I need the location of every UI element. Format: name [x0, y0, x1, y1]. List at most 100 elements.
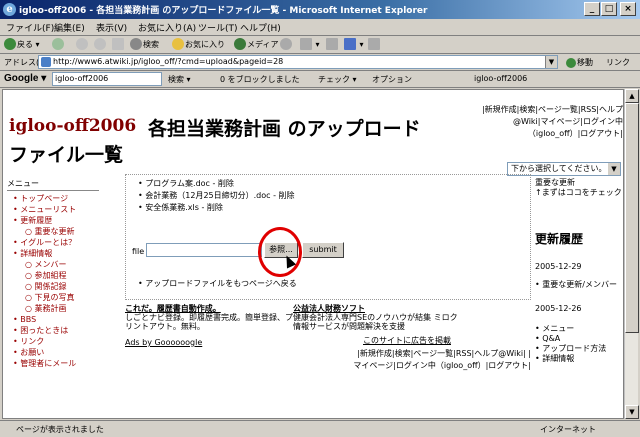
google-logo[interactable]: Google ▾: [4, 73, 46, 84]
address-input[interactable]: http://www6.atwiki.jp/igloo_off/?cmd=upl…: [38, 55, 558, 69]
favorites-button[interactable]: お気に入り: [172, 38, 225, 50]
menu-help[interactable]: ヘルプ(H): [240, 21, 281, 34]
search-icon: [130, 38, 142, 50]
menu-subitem[interactable]: 下見の写真: [7, 292, 99, 303]
menu-favorites[interactable]: お気に入り(A): [138, 21, 196, 34]
go-button[interactable]: 移動: [566, 57, 593, 68]
stop-button[interactable]: [76, 38, 89, 50]
home-button[interactable]: [112, 38, 125, 50]
print-button[interactable]: [326, 38, 339, 50]
file-item[interactable]: プログラム案.doc - 削除: [138, 178, 295, 190]
scroll-thumb[interactable]: [625, 103, 639, 333]
home-icon: [112, 38, 124, 50]
ad-block[interactable]: これだ。履歴書自動作成。 しごとナビ登録。即履歴書完成。簡単登録、プリントアウト…: [125, 304, 293, 331]
ad-title[interactable]: これだ。履歴書自動作成。: [125, 304, 293, 313]
print-icon: [326, 38, 338, 50]
menu-item[interactable]: イグルーとは？: [7, 237, 99, 248]
update-item[interactable]: メニュー: [535, 324, 623, 334]
google-site-label[interactable]: igloo-off2006: [474, 74, 527, 83]
ad-block[interactable]: 公益法人財務ソフト 健康会計法人専門SEのノウハウが結集 ミロク情報サービスが問…: [293, 304, 463, 331]
menu-subitem[interactable]: 重要な更新: [7, 226, 99, 237]
menu-subitem[interactable]: 業務計画: [7, 303, 99, 314]
page-viewport: igloo-off2006 各担当業務計画 のアップロード ファイル一覧 |新規…: [2, 89, 624, 419]
update-item[interactable]: 重要な更新/メンバー: [535, 280, 623, 290]
header-links[interactable]: |新規作成|検索|ページ一覧|RSS|ヘルプ@Wiki|マイページ|ログイン中（…: [461, 104, 623, 140]
options-button[interactable]: オプション: [372, 74, 412, 85]
menu-file[interactable]: ファイル(F): [6, 21, 54, 34]
spell-check-button[interactable]: チェック ▾: [318, 74, 357, 85]
search-button[interactable]: 検索: [130, 38, 159, 50]
file-input[interactable]: [146, 243, 262, 257]
menu-subitem[interactable]: 関係記録: [7, 281, 99, 292]
window-title: igloo-off2006 - 各担当業務計画 のアップロードファイル一覧 - …: [19, 6, 428, 16]
vertical-scrollbar[interactable]: ▲ ▼: [624, 89, 639, 419]
scroll-down-button[interactable]: ▼: [625, 405, 639, 419]
menu-item[interactable]: 管理者にメール: [7, 358, 99, 369]
ad-title[interactable]: 公益法人財務ソフト: [293, 304, 463, 313]
file-list: プログラム案.doc - 削除 会計業務（12月25日締切分）.doc - 削除…: [138, 178, 295, 214]
footer-links[interactable]: |新規作成|検索|ページ一覧|RSS|ヘルプ@Wiki| |マイページ|ログイン…: [353, 348, 531, 372]
file-item[interactable]: 会計業務（12月25日締切分）.doc - 削除: [138, 190, 294, 202]
ad-body: しごとナビ登録。即履歴書完成。簡単登録、プリントアウト。無料。: [125, 313, 293, 331]
mail-button[interactable]: ▾: [300, 38, 320, 50]
mail-icon: [300, 38, 312, 50]
update-list: 重要な更新/メンバー: [535, 280, 623, 290]
date-label: 2005-12-29: [535, 262, 582, 271]
important-update-link[interactable]: 重要な更新: [535, 178, 623, 188]
ads-by-google-link[interactable]: Ads by Goooooogle: [125, 338, 202, 347]
menu-item[interactable]: トップページ: [7, 193, 99, 204]
minimize-button[interactable]: _: [584, 2, 600, 16]
check-here-link[interactable]: ↑まずはココをチェック: [535, 188, 623, 198]
menu-subitem[interactable]: メンバー: [7, 259, 99, 270]
google-search-input[interactable]: igloo-off2006: [52, 72, 162, 86]
right-sidebar: 重要な更新 ↑まずはココをチェック 更新履歴 2005-12-29 重要な更新/…: [535, 178, 623, 364]
edit-button[interactable]: ▾: [344, 38, 364, 50]
menu-item[interactable]: お願い: [7, 347, 99, 358]
menu-item[interactable]: 詳細情報: [7, 248, 99, 259]
star-icon: [172, 38, 184, 50]
address-bar: アドレス(D) http://www6.atwiki.jp/igloo_off/…: [0, 54, 640, 71]
menu-view[interactable]: 表示(V): [96, 21, 127, 34]
history-icon: [280, 38, 292, 50]
back-to-page-link[interactable]: アップロードファイルをもつページへ戻る: [138, 278, 297, 289]
page-title-line2: ファイル一覧: [9, 144, 124, 166]
discuss-icon: [368, 38, 380, 50]
scroll-up-button[interactable]: ▲: [625, 89, 639, 103]
google-search-button[interactable]: 検索 ▾: [168, 74, 191, 85]
menu-item[interactable]: メニューリスト: [7, 204, 99, 215]
menu-subitem[interactable]: 参加組程: [7, 270, 99, 281]
site-title[interactable]: igloo-off2006: [9, 116, 136, 136]
menu-item[interactable]: 困ったときは: [7, 325, 99, 336]
update-item[interactable]: アップロード方法: [535, 344, 623, 354]
popup-blocked-label[interactable]: 0 をブロックしました: [220, 74, 300, 85]
word-icon: [344, 38, 356, 50]
back-button[interactable]: 戻る ▾: [4, 38, 40, 50]
ad-notice-link[interactable]: このサイトに広告を掲載: [363, 336, 451, 345]
update-item[interactable]: 詳細情報: [535, 354, 623, 364]
go-arrow-icon: [566, 58, 576, 68]
discuss-button[interactable]: [368, 38, 381, 50]
address-dropdown[interactable]: ▼: [545, 56, 557, 68]
update-item[interactable]: Q&A: [535, 334, 623, 344]
zone-label: インターネット: [540, 425, 596, 434]
file-item[interactable]: 安全係業務.xls - 削除: [138, 202, 295, 214]
update-history-heading: 更新履歴: [535, 232, 584, 246]
menu-tools[interactable]: ツール(T): [198, 21, 238, 34]
media-button[interactable]: メディア: [234, 38, 278, 50]
toolbar: 戻る ▾ 検索 お気に入り メディア ▾ ▾: [0, 36, 640, 54]
status-bar: ページが表示されました インターネット: [0, 420, 640, 437]
forward-button[interactable]: [52, 38, 65, 50]
forward-arrow-icon: [52, 38, 64, 50]
menu-item[interactable]: リンク: [7, 336, 99, 347]
maximize-button[interactable]: □: [601, 2, 617, 16]
stop-icon: [76, 38, 88, 50]
ad-body: 健康会計法人専門SEのノウハウが結集 ミロク情報サービスが問題解決を支援: [293, 313, 458, 331]
close-button[interactable]: ×: [620, 2, 636, 16]
submit-button[interactable]: submit: [302, 242, 344, 258]
menu-item[interactable]: BBS: [7, 314, 99, 325]
menu-item[interactable]: 更新履歴: [7, 215, 99, 226]
history-button[interactable]: [280, 38, 293, 50]
menu-edit[interactable]: 編集(E): [54, 21, 85, 34]
links-button[interactable]: リンク: [606, 57, 630, 68]
refresh-button[interactable]: [94, 38, 107, 50]
